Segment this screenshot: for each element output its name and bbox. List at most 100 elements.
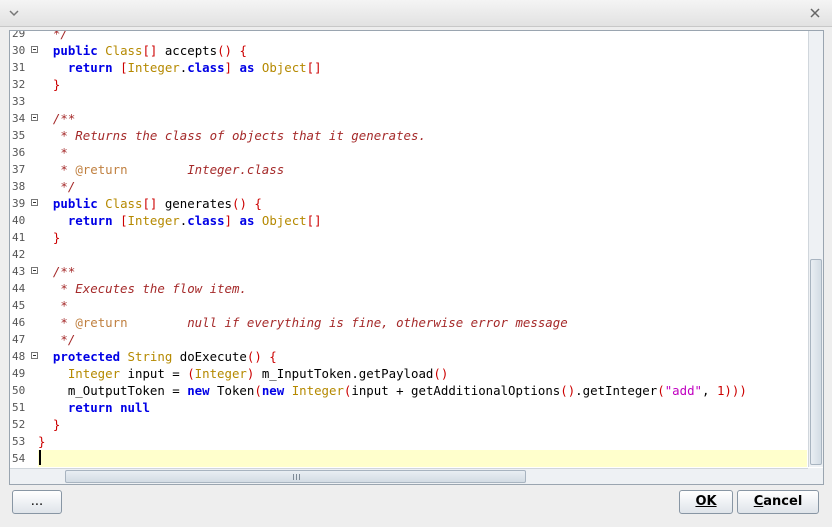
vertical-scrollbar-thumb[interactable] — [810, 259, 822, 465]
line-number-row: 29 — [10, 31, 38, 42]
line-number: 33 — [12, 95, 26, 108]
line-number: 51 — [12, 401, 26, 414]
code-line[interactable]: return null — [38, 399, 807, 416]
code-line[interactable]: protected String doExecute() { — [38, 348, 807, 365]
line-number-row: 50 — [10, 382, 38, 399]
code-line[interactable]: Integer input = (Integer) m_InputToken.g… — [38, 365, 807, 382]
code-token: input = — [120, 366, 188, 381]
line-number-row: 36 — [10, 144, 38, 161]
title-bar — [0, 0, 832, 27]
code-token: () — [433, 366, 449, 381]
vertical-scrollbar[interactable] — [808, 31, 823, 467]
code-editor[interactable]: 29 30 31 32 33 34 35 36 37 38 39 40 41 42 43 44 45 46 47 48… — [9, 30, 824, 485]
code-token: () — [217, 43, 232, 58]
code-token: ( — [657, 383, 665, 398]
line-number: 52 — [12, 418, 26, 431]
code-token: */ — [38, 332, 76, 347]
code-line[interactable]: */ — [38, 31, 807, 42]
line-number-row: 43 — [10, 263, 38, 280]
code-token: public — [52, 196, 98, 211]
line-number-row: 42 — [10, 246, 38, 263]
more-options-button[interactable]: ... — [12, 490, 62, 514]
code-token: ( — [254, 383, 262, 398]
current-code-line[interactable] — [38, 450, 807, 467]
line-number: 36 — [12, 146, 26, 159]
code-token: * Executes the flow item. — [38, 281, 247, 296]
code-line[interactable]: } — [38, 229, 807, 246]
code-line[interactable]: * @return Integer.class — [38, 161, 807, 178]
code-token: m_OutputToken = — [38, 383, 188, 398]
fold-collapse-icon[interactable] — [31, 352, 38, 359]
close-icon[interactable] — [808, 6, 822, 20]
code-token: null if everything is fine, otherwise er… — [127, 315, 568, 330]
chevron-down-icon[interactable] — [7, 6, 21, 20]
code-token: Class — [105, 43, 143, 58]
code-line[interactable]: } — [38, 433, 807, 450]
code-line[interactable]: /** — [38, 263, 807, 280]
code-line[interactable]: /** — [38, 110, 807, 127]
line-number-gutter: 29 30 31 32 33 34 35 36 37 38 39 40 41 42 43 44 45 46 47 48… — [10, 31, 38, 467]
code-token: { — [254, 196, 262, 211]
cancel-label-rest: ancel — [763, 494, 803, 509]
ok-button[interactable]: OK — [679, 490, 733, 514]
code-token: * — [38, 162, 76, 177]
code-line[interactable]: */ — [38, 331, 807, 348]
code-line[interactable]: * — [38, 144, 807, 161]
fold-collapse-icon[interactable] — [31, 199, 38, 206]
line-number-row: 38 — [10, 178, 38, 195]
code-token: } — [52, 417, 61, 432]
code-line[interactable]: public Class[] accepts() { — [38, 42, 807, 59]
code-line[interactable] — [38, 246, 807, 263]
fold-collapse-icon[interactable] — [31, 267, 38, 274]
code-line[interactable]: } — [38, 76, 807, 93]
line-number: 37 — [12, 163, 26, 176]
code-token: generates — [157, 196, 232, 211]
code-line[interactable]: * Returns the class of objects that it g… — [38, 127, 807, 144]
code-token: [ — [120, 60, 128, 75]
code-token: [] — [306, 213, 322, 228]
fold-collapse-icon[interactable] — [31, 114, 38, 121]
horizontal-scrollbar-thumb[interactable] — [65, 470, 526, 483]
code-token: */ — [38, 179, 76, 194]
line-number: 47 — [12, 333, 26, 346]
line-number: 53 — [12, 435, 26, 448]
code-token: protected — [52, 349, 121, 364]
line-number: 43 — [12, 265, 26, 278]
line-number: 50 — [12, 384, 26, 397]
line-number-row: 49 — [10, 365, 38, 382]
fold-collapse-icon[interactable] — [31, 46, 38, 53]
code-line[interactable]: m_OutputToken = new Token(new Integer(in… — [38, 382, 807, 399]
code-token: String — [127, 349, 173, 364]
code-line[interactable] — [38, 93, 807, 110]
code-token: null — [120, 400, 150, 415]
code-line[interactable]: * Executes the flow item. — [38, 280, 807, 297]
code-line[interactable]: } — [38, 416, 807, 433]
code-token: [] — [142, 43, 158, 58]
code-token: public — [52, 43, 98, 58]
code-token: * Returns the class of objects that it g… — [38, 128, 426, 143]
code-line[interactable]: * @return null if everything is fine, ot… — [38, 314, 807, 331]
line-number-row: 37 — [10, 161, 38, 178]
code-area[interactable]: */ public Class[] accepts() { return [In… — [38, 31, 807, 467]
code-token: Integer.class — [127, 162, 285, 177]
line-number: 44 — [12, 282, 26, 295]
code-line[interactable]: * — [38, 297, 807, 314]
code-line[interactable]: */ — [38, 178, 807, 195]
code-token: Integer — [127, 213, 180, 228]
horizontal-scrollbar[interactable] — [10, 468, 808, 484]
code-line[interactable]: public Class[] generates() { — [38, 195, 807, 212]
line-number-row: 34 — [10, 110, 38, 127]
code-line[interactable]: return [Integer.class] as Object[] — [38, 59, 807, 76]
line-number-row: 54 — [10, 450, 38, 467]
code-line[interactable]: return [Integer.class] as Object[] — [38, 212, 807, 229]
code-token: [] — [142, 196, 158, 211]
cancel-button[interactable]: Cancel — [737, 490, 819, 514]
